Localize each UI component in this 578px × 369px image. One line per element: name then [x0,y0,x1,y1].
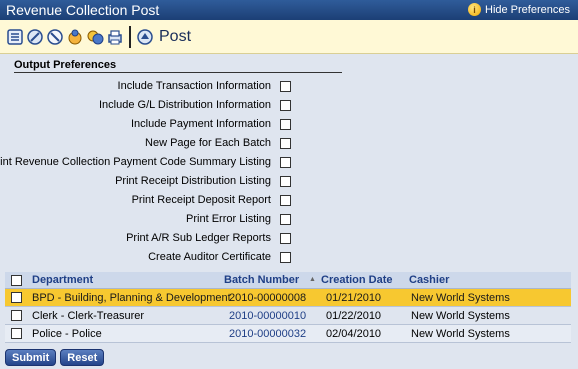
gl-icon[interactable] [85,27,104,46]
submit-button[interactable]: Submit [5,349,57,366]
toolbar-separator [129,25,131,48]
pref-label: New Page for Each Batch [145,137,271,149]
pref-checkbox[interactable] [280,156,291,168]
pref-checkbox[interactable] [280,137,291,149]
toolbar: Post [0,20,578,54]
pref-new-page: New Page for Each Batch [145,136,291,150]
column-header-department[interactable]: Department [32,274,93,286]
pref-include-payment: Include Payment Information [131,117,291,131]
pref-label: Print Receipt Distribution Listing [115,175,271,187]
pref-label: Print Revenue Collection Payment Code Su… [0,156,271,168]
hide-preferences-label: Hide Preferences [485,3,570,16]
form-buttons: Submit Reset [5,349,105,366]
pref-receipt-distribution: Print Receipt Distribution Listing [115,174,291,188]
row-batch-number[interactable]: 2010-00000010 [229,310,306,322]
pref-checkbox[interactable] [280,213,291,225]
batch-grid: Department Batch Number ▲ Creation Date … [5,272,571,343]
pref-checkbox[interactable] [280,251,291,263]
pref-checkbox[interactable] [280,80,291,92]
hide-preferences-link[interactable]: i Hide Preferences [468,3,570,16]
pref-checkbox[interactable] [280,99,291,111]
row-creation-date: 01/22/2010 [326,310,382,322]
fund-icon[interactable] [65,27,84,46]
select-all-checkbox[interactable] [11,275,22,286]
post-icon[interactable] [135,27,154,46]
pref-checkbox[interactable] [280,194,291,206]
title-bar: Revenue Collection Post i Hide Preferenc… [0,0,578,20]
column-header-batch-number[interactable]: Batch Number [224,274,299,286]
row-batch-number[interactable]: 2010-00000032 [229,328,306,340]
row-department: Clerk - Clerk-Treasurer [32,310,145,322]
sort-ascending-icon: ▲ [309,276,316,283]
row-creation-date: 01/21/2010 [326,292,382,304]
row-department: Police - Police [32,328,102,340]
table-row[interactable]: BPD - Building, Planning & Development 2… [5,289,571,307]
output-preferences-panel: Output Preferences Include Transaction I… [0,54,578,270]
row-checkbox[interactable] [11,310,22,321]
pref-label: Include Transaction Information [117,80,271,92]
grid-header: Department Batch Number ▲ Creation Date … [5,272,571,289]
pref-label: Create Auditor Certificate [148,251,271,263]
cancel-icon[interactable] [45,27,64,46]
window-title: Revenue Collection Post [6,2,160,18]
pref-label: Print A/R Sub Ledger Reports [126,232,271,244]
output-preferences-header: Output Preferences [14,59,342,73]
row-checkbox[interactable] [11,292,22,303]
pref-checkbox[interactable] [280,175,291,187]
post-button-label[interactable]: Post [159,28,191,46]
column-header-cashier[interactable]: Cashier [409,274,449,286]
reset-button[interactable]: Reset [60,349,105,366]
pref-payment-code-summary: Print Revenue Collection Payment Code Su… [0,155,291,169]
pref-label: Print Error Listing [186,213,271,225]
pref-include-gl: Include G/L Distribution Information [99,98,291,112]
pref-label: Print Receipt Deposit Report [131,194,271,206]
table-row[interactable]: Clerk - Clerk-Treasurer 2010-00000010 01… [5,307,571,325]
row-batch-number[interactable]: 2010-00000008 [229,292,306,304]
pref-label: Include G/L Distribution Information [98,99,271,111]
pref-error-listing: Print Error Listing [186,212,291,226]
table-row[interactable]: Police - Police 2010-00000032 02/04/2010… [5,325,571,343]
row-cashier: New World Systems [411,310,510,322]
pref-auditor-certificate: Create Auditor Certificate [148,250,291,264]
pref-include-transaction: Include Transaction Information [118,79,291,93]
pref-checkbox[interactable] [280,118,291,130]
pref-checkbox[interactable] [280,232,291,244]
edit-icon[interactable] [25,27,44,46]
column-header-creation-date[interactable]: Creation Date [321,274,393,286]
pref-receipt-deposit: Print Receipt Deposit Report [132,193,291,207]
print-icon[interactable] [105,27,124,46]
pref-ar-sub-ledger: Print A/R Sub Ledger Reports [126,231,291,245]
info-icon: i [468,3,481,16]
row-cashier: New World Systems [411,292,510,304]
row-creation-date: 02/04/2010 [326,328,382,340]
list-icon[interactable] [5,27,24,46]
row-department: BPD - Building, Planning & Development [32,292,231,304]
row-cashier: New World Systems [411,328,510,340]
row-checkbox[interactable] [11,328,22,339]
pref-label: Include Payment Information [130,118,271,130]
